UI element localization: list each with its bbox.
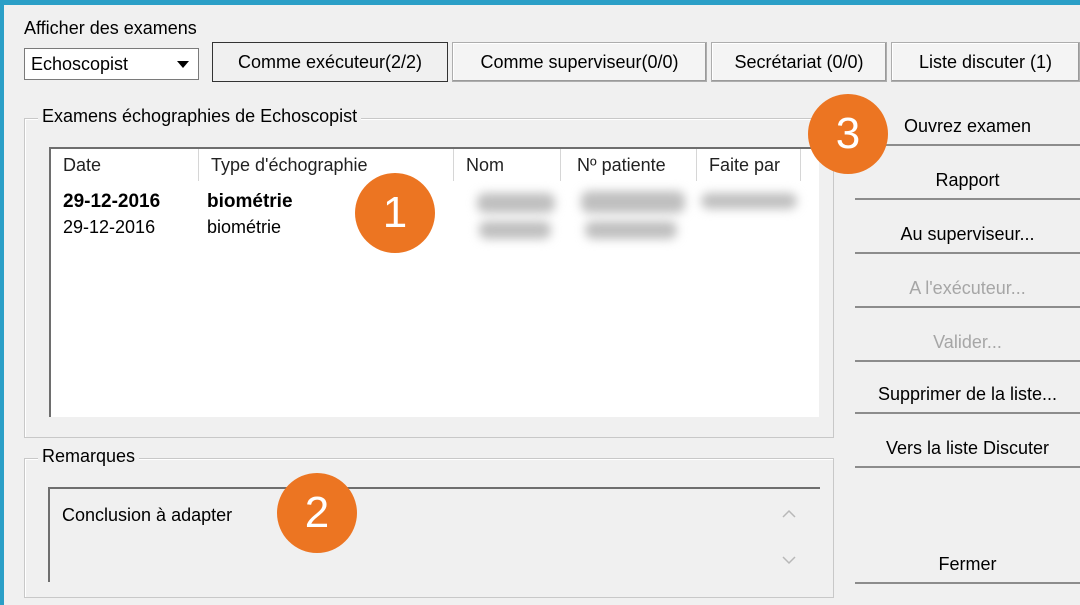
header-label: Afficher des examens [24,18,197,38]
user-select[interactable]: Echoscopist [24,48,199,80]
validate-button[interactable]: Valider... [855,324,1080,362]
row-1-date[interactable]: 29-12-2016 [63,191,160,213]
remarks-textarea[interactable]: Conclusion à adapter [48,487,820,582]
remarks-group-title: Remarques [38,446,140,467]
user-select-value: Echoscopist [31,54,129,74]
annotation-badge-2: 2 [277,473,357,553]
to-discuss-list-button[interactable]: Vers la liste Discuter [855,430,1080,468]
to-executor-button[interactable]: A l'exécuteur... [855,270,1080,308]
row-1-type[interactable]: biométrie [207,191,293,213]
scroll-down-icon[interactable] [780,553,798,567]
exams-list[interactable]: Date Type d'échographie Nom Nº patiente … [49,147,819,417]
blurred-done-by [701,193,797,209]
column-header-date[interactable]: Date [51,149,199,181]
remarks-text: Conclusion à adapter [62,505,233,525]
blurred-name [479,221,551,239]
annotation-badge-3: 3 [808,94,888,174]
column-header-done-by[interactable]: Faite par [697,149,801,181]
row-2-date[interactable]: 29-12-2016 [63,217,155,238]
report-button[interactable]: Rapport [855,162,1080,200]
filter-discuss-list-button[interactable]: Liste discuter (1) [891,42,1080,82]
filter-secretariat-button[interactable]: Secrétariat (0/0) [711,42,887,82]
exams-group-title: Examens échographies de Echoscopist [38,106,362,127]
annotation-badge-1: 1 [355,173,435,253]
filter-executor-button[interactable]: Comme exécuteur(2/2) [212,42,448,82]
combo-dropdown-arrow-icon[interactable] [172,53,194,75]
row-2-type[interactable]: biométrie [207,217,281,238]
blurred-patient-number [585,221,677,239]
to-supervisor-button[interactable]: Au superviseur... [855,216,1080,254]
blurred-patient-number [581,191,685,213]
column-header-type[interactable]: Type d'échographie [199,149,454,181]
close-button[interactable]: Fermer [855,546,1080,584]
blurred-name [477,193,555,213]
open-exam-button[interactable]: Ouvrez examen [855,108,1080,146]
column-header-patient-number[interactable]: Nº patiente [561,149,697,181]
column-header-name[interactable]: Nom [454,149,561,181]
filter-supervisor-button[interactable]: Comme superviseur(0/0) [452,42,707,82]
remove-from-list-button[interactable]: Supprimer de la liste... [855,376,1080,414]
scroll-up-icon[interactable] [780,507,798,521]
